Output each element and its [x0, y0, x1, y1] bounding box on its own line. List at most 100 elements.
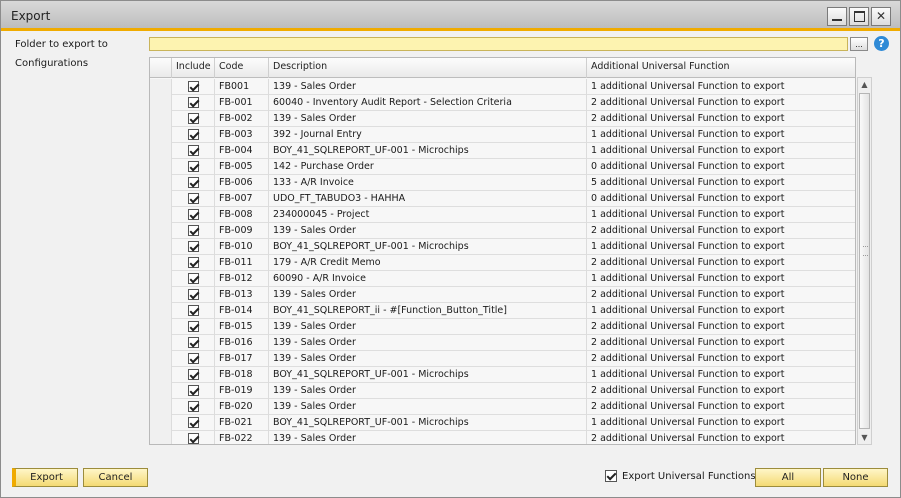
row-header[interactable] [150, 383, 172, 399]
checkbox-checked-icon[interactable] [187, 257, 199, 268]
row-header[interactable] [150, 127, 172, 143]
checkbox-checked-icon[interactable] [187, 193, 199, 204]
browse-button[interactable]: ... [850, 37, 868, 51]
row-header[interactable] [150, 319, 172, 335]
row-header[interactable] [150, 255, 172, 271]
checkbox-checked-icon[interactable] [187, 161, 199, 172]
table-row[interactable]: FB-019 139 - Sales Order 2 additional Univ… [150, 383, 855, 399]
scroll-down-icon[interactable]: ▼ [858, 431, 871, 444]
include-cell[interactable] [172, 191, 215, 207]
row-header[interactable] [150, 335, 172, 351]
row-header[interactable] [150, 223, 172, 239]
include-cell[interactable] [172, 143, 215, 159]
include-cell[interactable] [172, 287, 215, 303]
include-cell[interactable] [172, 95, 215, 111]
help-icon[interactable]: ? [874, 36, 889, 51]
export-universal-functions-checkbox[interactable] [605, 470, 617, 482]
row-header[interactable] [150, 143, 172, 159]
table-row[interactable]: FB-007 UDO_FT_TABUDO3 - HAHHA 0 additional… [150, 191, 855, 207]
include-cell[interactable] [172, 303, 215, 319]
maximize-button[interactable] [849, 7, 869, 26]
row-header[interactable] [150, 175, 172, 191]
row-header[interactable] [150, 287, 172, 303]
row-header[interactable] [150, 303, 172, 319]
table-row[interactable]: FB-013 139 - Sales Order 2 additional Univ… [150, 287, 855, 303]
table-row[interactable]: FB-016 139 - Sales Order 2 additional Univ… [150, 335, 855, 351]
title-bar[interactable]: Export ✕ [1, 1, 900, 31]
minimize-button[interactable] [827, 7, 847, 26]
include-cell[interactable] [172, 351, 215, 367]
row-header[interactable] [150, 207, 172, 223]
checkbox-checked-icon[interactable] [187, 401, 199, 412]
none-button[interactable]: None [823, 468, 888, 487]
include-cell[interactable] [172, 335, 215, 351]
checkbox-checked-icon[interactable] [187, 145, 199, 156]
export-button[interactable]: Export [12, 468, 78, 487]
scroll-up-icon[interactable]: ▲ [858, 78, 871, 91]
include-cell[interactable] [172, 207, 215, 223]
row-header[interactable] [150, 431, 172, 444]
column-header-code[interactable]: Code [215, 58, 269, 78]
checkbox-checked-icon[interactable] [187, 305, 199, 316]
table-row[interactable]: FB-018 BOY_41_SQLREPORT_UF-001 - Microchi… [150, 367, 855, 383]
include-cell[interactable] [172, 271, 215, 287]
checkbox-checked-icon[interactable] [187, 273, 199, 284]
checkbox-checked-icon[interactable] [187, 113, 199, 124]
checkbox-checked-icon[interactable] [187, 433, 199, 444]
table-row[interactable]: FB-008 234000045 - Project 1 additional Un… [150, 207, 855, 223]
include-cell[interactable] [172, 111, 215, 127]
column-header-additional[interactable]: Additional Universal Function [587, 58, 855, 78]
table-row[interactable]: FB-002 139 - Sales Order 2 additional Univ… [150, 111, 855, 127]
table-row[interactable]: FB-015 139 - Sales Order 2 additional Univ… [150, 319, 855, 335]
row-header[interactable] [150, 95, 172, 111]
include-cell[interactable] [172, 431, 215, 444]
table-row[interactable]: FB-010 BOY_41_SQLREPORT_UF-001 - Microchi… [150, 239, 855, 255]
include-cell[interactable] [172, 319, 215, 335]
include-cell[interactable] [172, 383, 215, 399]
row-header[interactable] [150, 399, 172, 415]
close-button[interactable]: ✕ [871, 7, 891, 26]
include-cell[interactable] [172, 175, 215, 191]
table-row[interactable]: FB-012 60090 - A/R Invoice 1 additional Un… [150, 271, 855, 287]
table-row[interactable]: FB-022 139 - Sales Order 2 additional Univ… [150, 431, 855, 444]
table-row[interactable]: FB-014 BOY_41_SQLREPORT_ii - #[Function_B… [150, 303, 855, 319]
checkbox-checked-icon[interactable] [187, 129, 199, 140]
row-header[interactable] [150, 415, 172, 431]
checkbox-checked-icon[interactable] [187, 97, 199, 108]
checkbox-checked-icon[interactable] [187, 337, 199, 348]
table-row[interactable]: FB-009 139 - Sales Order 2 additional Univ… [150, 223, 855, 239]
include-cell[interactable] [172, 127, 215, 143]
include-cell[interactable] [172, 415, 215, 431]
include-cell[interactable] [172, 367, 215, 383]
checkbox-checked-icon[interactable] [187, 81, 199, 92]
checkbox-checked-icon[interactable] [187, 177, 199, 188]
row-header[interactable] [150, 159, 172, 175]
row-header[interactable] [150, 79, 172, 95]
cancel-button[interactable]: Cancel [83, 468, 148, 487]
checkbox-checked-icon[interactable] [187, 241, 199, 252]
row-header[interactable] [150, 271, 172, 287]
scroll-thumb[interactable] [859, 93, 870, 429]
table-row[interactable]: FB-017 139 - Sales Order 2 additional Univ… [150, 351, 855, 367]
all-button[interactable]: All [755, 468, 821, 487]
checkbox-checked-icon[interactable] [187, 209, 199, 220]
folder-input[interactable] [149, 37, 848, 51]
row-header[interactable] [150, 351, 172, 367]
table-row[interactable]: FB-006 133 - A/R Invoice 5 additional Univ… [150, 175, 855, 191]
checkbox-checked-icon[interactable] [187, 369, 199, 380]
table-row[interactable]: FB-021 BOY_41_SQLREPORT_UF-001 - Microchi… [150, 415, 855, 431]
column-header-include[interactable]: Include [172, 58, 215, 78]
table-row[interactable]: FB-011 179 - A/R Credit Memo 2 additional … [150, 255, 855, 271]
include-cell[interactable] [172, 79, 215, 95]
row-header[interactable] [150, 239, 172, 255]
table-row[interactable]: FB-005 142 - Purchase Order 0 additional U… [150, 159, 855, 175]
checkbox-checked-icon[interactable] [187, 321, 199, 332]
row-header[interactable] [150, 111, 172, 127]
include-cell[interactable] [172, 159, 215, 175]
vertical-scrollbar[interactable]: ▲ ▼ [857, 77, 872, 445]
table-row[interactable]: FB001 139 - Sales Order 1 additional Unive… [150, 79, 855, 95]
checkbox-checked-icon[interactable] [187, 289, 199, 300]
table-row[interactable]: FB-004 BOY_41_SQLREPORT_UF-001 - Microchi… [150, 143, 855, 159]
table-row[interactable]: FB-020 139 - Sales Order 2 additional Univ… [150, 399, 855, 415]
table-row[interactable]: FB-003 392 - Journal Entry 1 additional Un… [150, 127, 855, 143]
